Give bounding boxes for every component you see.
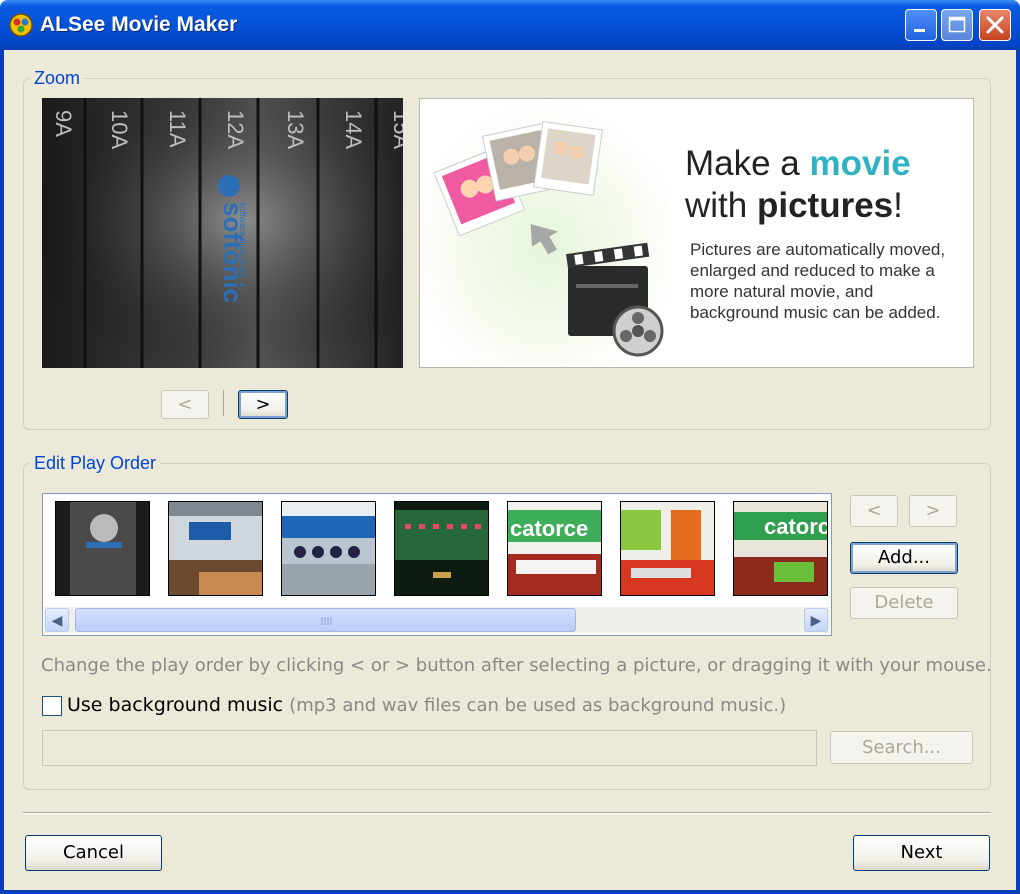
minimize-icon bbox=[914, 29, 925, 32]
thumbnail[interactable] bbox=[620, 501, 715, 596]
promo-illustration bbox=[420, 99, 670, 367]
thumbnail-text: catorce bbox=[764, 514, 828, 539]
close-icon bbox=[986, 16, 1004, 34]
thumbnail-strip[interactable]: catorce catorce bbox=[42, 493, 832, 636]
thumbnail-image bbox=[169, 502, 262, 595]
app-icon bbox=[9, 13, 33, 37]
watermark-sub: software download bbox=[238, 202, 248, 277]
dialog-client-area: Zoom 9A 10A 11A 12A 13A 14A 15A softonic… bbox=[4, 50, 1016, 890]
title-bar[interactable]: ALSee Movie Maker bbox=[0, 0, 1020, 50]
zoom-legend: Zoom bbox=[34, 68, 81, 88]
maximize-button[interactable] bbox=[941, 9, 973, 41]
cancel-button[interactable]: Cancel bbox=[25, 835, 162, 871]
promo-description: Pictures are automatically moved, enlarg… bbox=[690, 240, 946, 322]
thumbnail-text: catorce bbox=[510, 516, 588, 541]
locker-label: 9A bbox=[51, 110, 76, 137]
move-left-button[interactable]: < bbox=[850, 495, 898, 527]
locker-label: 13A bbox=[283, 110, 308, 149]
thumbnail[interactable] bbox=[394, 501, 489, 596]
maximize-icon bbox=[948, 16, 966, 33]
thumbnail-image bbox=[282, 502, 375, 595]
delete-button[interactable]: Delete bbox=[850, 587, 958, 619]
locker-label: 10A bbox=[107, 110, 132, 149]
next-button[interactable]: Next bbox=[853, 835, 990, 871]
locker-label: 12A bbox=[223, 110, 248, 149]
locker-label: 14A bbox=[341, 110, 366, 149]
promo-headline-part: with bbox=[685, 186, 757, 225]
thumbnail[interactable]: catorce bbox=[733, 501, 828, 596]
add-button[interactable]: Add... bbox=[850, 542, 958, 574]
footer-divider bbox=[23, 812, 991, 814]
search-button[interactable]: Search... bbox=[830, 731, 973, 764]
background-music-label-text: Use background music bbox=[67, 694, 284, 716]
background-music-note: (mp3 and wav files can be used as backgr… bbox=[289, 695, 787, 716]
play-order-legend: Edit Play Order bbox=[34, 453, 157, 473]
play-order-hint: Change the play order by clicking < or >… bbox=[41, 655, 992, 676]
thumbnail-image: catorce bbox=[508, 502, 601, 595]
move-right-button[interactable]: > bbox=[909, 495, 957, 527]
thumbnail-image bbox=[621, 502, 714, 595]
button-separator bbox=[223, 390, 224, 416]
preview-photo: 9A 10A 11A 12A 13A 14A 15A softonic soft… bbox=[42, 98, 403, 368]
thumbnail[interactable] bbox=[168, 501, 263, 596]
promo-banner: Make a movie with pictures! Pictures are… bbox=[419, 98, 974, 368]
background-music-label[interactable]: Use background music (mp3 and wav files … bbox=[67, 694, 786, 716]
background-music-checkbox[interactable] bbox=[42, 696, 62, 716]
locker-label: 15A bbox=[389, 110, 403, 149]
locker-label: 11A bbox=[165, 110, 190, 148]
thumbnail[interactable] bbox=[55, 501, 150, 596]
promo-headline-part: Make a bbox=[685, 144, 810, 183]
thumbnail-image bbox=[395, 502, 488, 595]
thumbnail[interactable]: catorce bbox=[507, 501, 602, 596]
promo-headline-accent: movie bbox=[809, 144, 911, 183]
music-path-input[interactable] bbox=[42, 730, 817, 766]
thumbnail[interactable] bbox=[281, 501, 376, 596]
promo-headline: Make a movie with pictures! bbox=[685, 143, 911, 227]
zoom-preview-image: 9A 10A 11A 12A 13A 14A 15A softonic soft… bbox=[42, 98, 403, 368]
zoom-prev-button[interactable]: < bbox=[161, 390, 209, 419]
window-title: ALSee Movie Maker bbox=[40, 13, 238, 36]
scrollbar-thumb[interactable] bbox=[75, 608, 576, 632]
scrollbar-grip-icon bbox=[321, 617, 332, 625]
minimize-button[interactable] bbox=[905, 9, 937, 41]
thumbnail-image bbox=[56, 502, 149, 595]
scroll-right-arrow-icon[interactable]: ▶ bbox=[804, 608, 828, 632]
zoom-next-button[interactable]: > bbox=[238, 390, 288, 419]
horizontal-scrollbar[interactable]: ◀ ▶ bbox=[44, 607, 830, 633]
scroll-left-arrow-icon[interactable]: ◀ bbox=[45, 608, 69, 632]
promo-headline-part: ! bbox=[893, 186, 903, 225]
promo-headline-strong: pictures bbox=[756, 186, 894, 225]
app-window: ALSee Movie Maker Zoom 9A 10A 11A 12A 13… bbox=[0, 0, 1020, 894]
close-button[interactable] bbox=[979, 9, 1011, 41]
thumbnail-image: catorce bbox=[734, 502, 828, 595]
